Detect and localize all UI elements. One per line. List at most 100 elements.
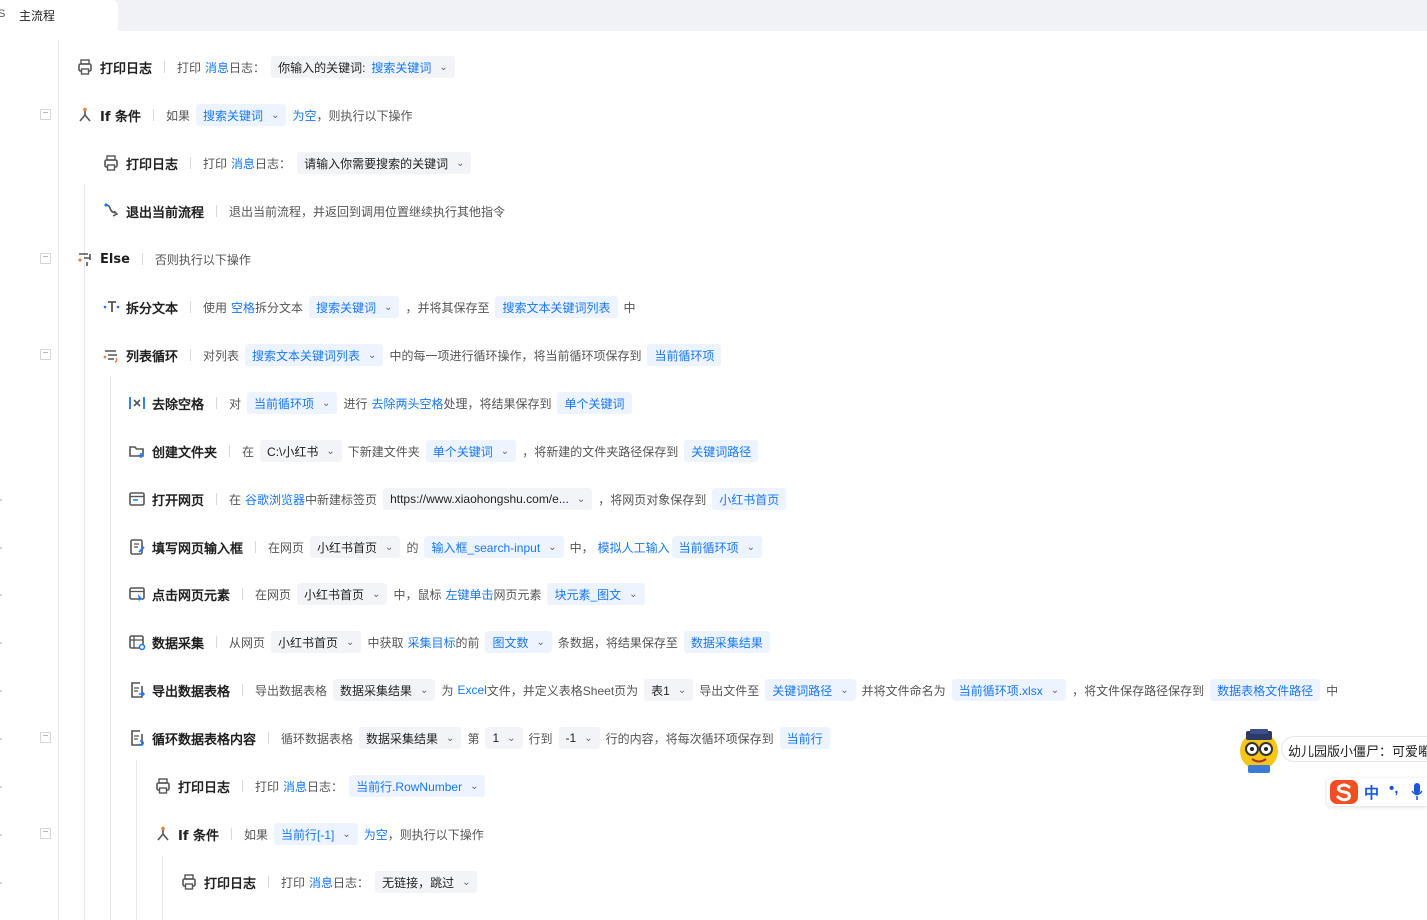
chevron-down-icon[interactable]: ⌄: [439, 62, 447, 73]
step-row[interactable]: 打开网页 在谷歌浏览器 中新建标签页 https://www.xiaohongshu.…: [128, 487, 792, 511]
collapse-toggle[interactable]: −: [40, 109, 51, 120]
step-row[interactable]: 数据采集 从网页 小红书首页 ⌄ 中获取 采集目标 的前 图文数 ⌄ 条数据，将结果保存至 数据采集…: [128, 630, 776, 654]
chip-variable[interactable]: 搜索关键词: [371, 59, 431, 76]
variable-chip[interactable]: 图文数 ⌄: [485, 631, 552, 653]
step-row[interactable]: If 条件 如果 搜索关键词 ⌄ 为空 ，则执行以下操作: [76, 103, 416, 127]
chevron-down-icon[interactable]: ⌄: [577, 494, 585, 505]
chevron-down-icon[interactable]: ⌄: [446, 733, 454, 744]
variable-chip[interactable]: 单个关键词 ⌄: [425, 440, 517, 462]
variable-chip[interactable]: 数据表格文件路径: [1210, 679, 1321, 701]
variable-chip[interactable]: 当前循环项 ⌄: [671, 536, 762, 558]
variable-chip[interactable]: 当前循环项.xlsx ⌄: [951, 679, 1067, 701]
collapse-toggle[interactable]: −: [40, 253, 51, 264]
chevron-down-icon[interactable]: ⌄: [462, 877, 470, 888]
variable-chip[interactable]: 关键词路径: [684, 440, 759, 462]
chevron-down-icon[interactable]: ⌄: [456, 158, 464, 169]
chevron-down-icon[interactable]: ⌄: [271, 110, 279, 121]
step-row[interactable]: 拆分文本 使用 空格 拆分文本 搜索关键词 ⌄ ，并将其保存至 搜索文本关键词列表中: [102, 295, 640, 319]
value-chip[interactable]: 无链接，跳过 ⌄: [375, 871, 478, 893]
chevron-down-icon[interactable]: ⌄: [840, 685, 848, 696]
chevron-down-icon[interactable]: ⌄: [384, 302, 392, 313]
collapse-toggle[interactable]: −: [40, 828, 51, 839]
variable-chip[interactable]: 搜索文本关键词列表 ⌄: [245, 344, 384, 366]
option-link[interactable]: 谷歌浏览器: [245, 491, 305, 508]
value-chip[interactable]: 1 ⌄: [485, 727, 523, 749]
value-chip[interactable]: -1 ⌄: [558, 727, 600, 749]
value-chip[interactable]: 数据采集结果 ⌄: [359, 727, 462, 749]
step-row[interactable]: Else 否则执行以下操作: [76, 247, 255, 271]
chevron-down-icon[interactable]: ⌄: [368, 350, 376, 361]
chevron-down-icon[interactable]: ⌄: [372, 589, 380, 600]
collapse-toggle[interactable]: −: [40, 349, 51, 360]
chevron-down-icon[interactable]: ⌄: [346, 637, 354, 648]
value-chip[interactable]: 小红书首页 ⌄: [271, 631, 362, 653]
step-row[interactable]: 填写网页输入框 在网页 小红书首页 ⌄ 的输入框_search-input ⌄ 中， 模拟人工…: [128, 535, 768, 559]
value-chip[interactable]: 数据采集结果 ⌄: [333, 679, 436, 701]
value-chip[interactable]: 小红书首页 ⌄: [310, 536, 401, 558]
option-link[interactable]: 为空: [364, 826, 388, 843]
step-row[interactable]: 打印日志 打印 消息 日志： 请输入你需要搜索的关键词 ⌄: [102, 151, 477, 175]
variable-chip[interactable]: 输入框_search-input ⌄: [424, 536, 564, 558]
ime-punctuation[interactable]: •,: [1389, 780, 1398, 797]
variable-chip[interactable]: 当前循环项: [647, 344, 722, 366]
option-link[interactable]: 消息: [309, 874, 333, 891]
step-row[interactable]: 列表循环 对列表 搜索文本关键词列表 ⌄ 中的每一项进行循环操作，将当前循环项保存到 当前…: [102, 343, 727, 367]
step-row[interactable]: 创建文件夹 在 C:\小红书 ⌄ 下新建文件夹 单个关键词 ⌄ ，将新建的文件夹路径保存到 关键…: [128, 439, 764, 463]
tab-main-flow[interactable]: S 主流程: [0, 0, 118, 31]
variable-chip[interactable]: 当前行: [779, 727, 830, 749]
chevron-down-icon[interactable]: ⌄: [584, 733, 592, 744]
option-link[interactable]: 为空: [292, 107, 316, 124]
value-chip[interactable]: 小红书首页 ⌄: [297, 583, 388, 605]
chevron-down-icon[interactable]: ⌄: [326, 446, 334, 457]
variable-chip[interactable]: 块元素_图文 ⌄: [547, 583, 645, 605]
microphone-icon[interactable]: [1411, 783, 1423, 801]
chevron-down-icon[interactable]: ⌄: [548, 542, 556, 553]
variable-chip[interactable]: 数据采集结果: [683, 631, 770, 653]
option-link[interactable]: 左键单击: [445, 586, 493, 603]
chevron-down-icon[interactable]: ⌄: [678, 685, 686, 696]
collapse-toggle[interactable]: −: [40, 732, 51, 743]
variable-chip[interactable]: 单个关键词: [557, 392, 632, 414]
chevron-down-icon[interactable]: ⌄: [501, 446, 509, 457]
option-link[interactable]: 模拟人工输入: [598, 539, 670, 556]
ime-mode[interactable]: 中: [1364, 782, 1379, 803]
step-row[interactable]: 打印日志 打印 消息 日志： 当前行.RowNumber ⌄: [154, 774, 491, 798]
variable-chip[interactable]: 当前循环项 ⌄: [247, 392, 338, 414]
variable-chip[interactable]: 当前行[-1] ⌄: [274, 823, 358, 845]
step-row[interactable]: 点击网页元素 在网页 小红书首页 ⌄ 中，鼠标 左键单击 网页元素 块元素_图文 ⌄: [128, 582, 651, 606]
step-row[interactable]: 打印日志 打印 消息 日志： 你输入的关键词: 搜索关键词 ⌄: [76, 55, 461, 79]
step-row[interactable]: If 条件 如果 当前行[-1] ⌄ 为空 ，则执行以下操作: [154, 822, 488, 846]
variable-chip[interactable]: 搜索文本关键词列表: [495, 296, 618, 318]
assistant-avatar-icon[interactable]: [1237, 728, 1281, 774]
step-row[interactable]: 打印日志 打印 消息 日志： 无链接，跳过 ⌄: [180, 870, 483, 894]
chevron-down-icon[interactable]: ⌄: [747, 542, 755, 553]
chevron-down-icon[interactable]: ⌄: [507, 733, 515, 744]
step-row[interactable]: 退出当前流程 退出当前流程，并返回到调用位置继续执行其他指令: [102, 199, 509, 223]
option-link[interactable]: 空格: [231, 299, 255, 316]
chevron-down-icon[interactable]: ⌄: [629, 589, 637, 600]
value-chip[interactable]: 你输入的关键词: 搜索关键词 ⌄: [271, 56, 455, 78]
step-row[interactable]: 导出数据表格 导出数据表格 数据采集结果 ⌄ 为 Excel 文件，并定义表格Sheet页为…: [128, 678, 1342, 702]
option-link[interactable]: 消息: [205, 59, 229, 76]
variable-chip[interactable]: 关键词路径 ⌄: [765, 679, 856, 701]
value-chip[interactable]: C:\小红书 ⌄: [260, 440, 342, 462]
variable-chip[interactable]: 搜索关键词 ⌄: [196, 104, 287, 126]
ime-toolbar[interactable]: 中 •,: [1327, 778, 1427, 806]
variable-chip[interactable]: 小红书首页: [712, 488, 787, 510]
chevron-down-icon[interactable]: ⌄: [470, 781, 478, 792]
step-row[interactable]: 循环数据表格内容 循环数据表格 数据采集结果 ⌄ 第 1 ⌄ 行到 -1 ⌄ 行的内容，将每次循环项…: [128, 726, 836, 750]
value-chip[interactable]: 请输入你需要搜索的关键词 ⌄: [297, 152, 472, 174]
assistant-bubble[interactable]: 幼儿园版小僵尸：可爱嘟: [1281, 736, 1427, 762]
chevron-down-icon[interactable]: ⌄: [342, 829, 350, 840]
step-row[interactable]: 去除空格 对当前循环项 ⌄ 进行 去除两头空格 处理，将结果保存到 单个关键词: [128, 391, 638, 415]
option-link[interactable]: Excel: [457, 683, 486, 697]
chevron-down-icon[interactable]: ⌄: [537, 637, 545, 648]
option-link[interactable]: 消息: [231, 155, 255, 172]
variable-chip[interactable]: 当前行.RowNumber ⌄: [349, 775, 486, 797]
option-link[interactable]: 消息: [283, 778, 307, 795]
option-link[interactable]: 去除两头空格: [371, 395, 443, 412]
option-link[interactable]: 采集目标: [407, 634, 455, 651]
value-chip[interactable]: 表1 ⌄: [644, 679, 694, 701]
chevron-down-icon[interactable]: ⌄: [420, 685, 428, 696]
value-chip[interactable]: https://www.xiaohongshu.com/e... ⌄: [383, 488, 593, 510]
